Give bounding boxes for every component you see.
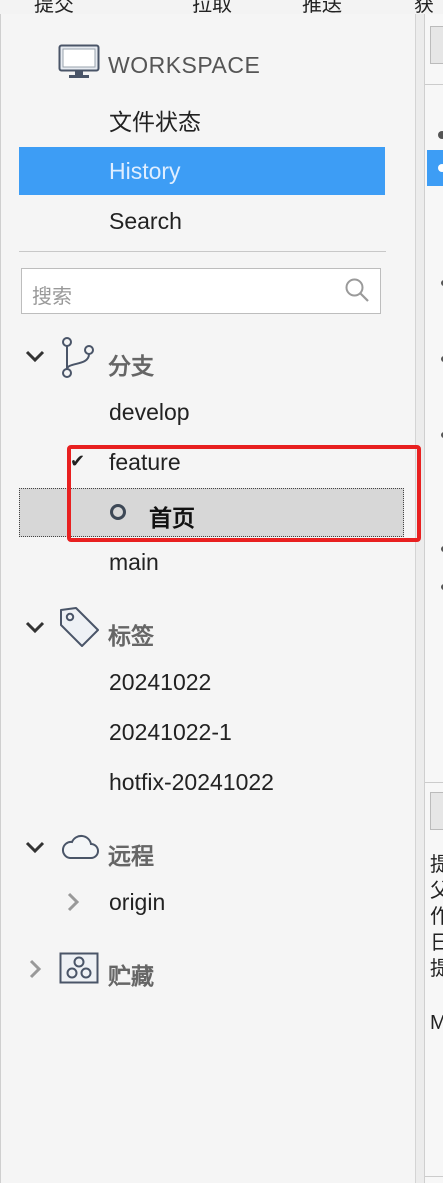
divider — [19, 251, 386, 252]
nav-history-label: History — [109, 158, 181, 184]
toolbar-push-label[interactable]: 推送 — [302, 0, 342, 14]
toolbar: 提交 拉取 推送 获 — [0, 0, 443, 14]
commit-node — [438, 131, 443, 139]
search-icon — [344, 277, 370, 308]
tag-item[interactable]: hotfix-20241022 — [109, 769, 274, 796]
chevron-right-icon[interactable] — [28, 959, 42, 984]
search-placeholder: 搜索 — [32, 286, 72, 308]
divider — [425, 84, 443, 85]
commit-node — [438, 164, 443, 172]
column-header-button[interactable] — [430, 26, 443, 64]
nav-history[interactable]: History — [19, 147, 385, 195]
tag-item[interactable]: 20241022 — [109, 669, 211, 696]
stash-icon — [59, 952, 99, 989]
stash-title[interactable]: 贮藏 — [108, 957, 154, 991]
branch-icon — [60, 336, 96, 385]
detail-message: M — [430, 1012, 443, 1035]
nav-file-status-label: 文件状态 — [109, 109, 201, 135]
detail-label: 作 — [430, 900, 443, 929]
toolbar-commit-label[interactable]: 提交 — [34, 0, 74, 14]
tags-title[interactable]: 标签 — [108, 617, 154, 651]
nav-search-label: Search — [109, 208, 182, 234]
branches-title[interactable]: 分支 — [108, 347, 154, 381]
annotation-highlight-box — [67, 445, 421, 542]
divider — [425, 1176, 443, 1177]
sidebar-search-input[interactable]: 搜索 — [21, 268, 381, 314]
divider — [425, 782, 443, 783]
monitor-icon — [58, 44, 100, 85]
remotes-title[interactable]: 远程 — [108, 837, 154, 871]
detail-label: 提 — [430, 952, 443, 981]
toolbar-fetch-label[interactable]: 获 — [414, 0, 434, 14]
nav-search[interactable]: Search — [19, 197, 385, 245]
toolbar-pull-label[interactable]: 拉取 — [192, 0, 232, 14]
detail-label: 日 — [430, 926, 443, 955]
remote-origin[interactable]: origin — [109, 889, 165, 916]
detail-label: 提 — [430, 848, 443, 877]
chevron-right-icon[interactable] — [66, 892, 80, 917]
branch-main[interactable]: main — [109, 549, 159, 576]
tag-item[interactable]: 20241022-1 — [109, 719, 232, 746]
chevron-down-icon[interactable] — [25, 620, 45, 641]
main-pane: 提 父 作 日 提 M — [424, 14, 443, 1183]
tag-icon — [58, 605, 102, 654]
detail-label: 父 — [430, 874, 443, 903]
branch-develop[interactable]: develop — [109, 399, 190, 426]
nav-file-status[interactable]: 文件状态 — [19, 98, 385, 146]
chevron-down-icon[interactable] — [25, 349, 45, 370]
workspace-label: WORKSPACE — [108, 52, 261, 78]
details-tab-button[interactable] — [430, 792, 443, 830]
chevron-down-icon[interactable] — [25, 840, 45, 861]
cloud-icon — [60, 832, 100, 867]
